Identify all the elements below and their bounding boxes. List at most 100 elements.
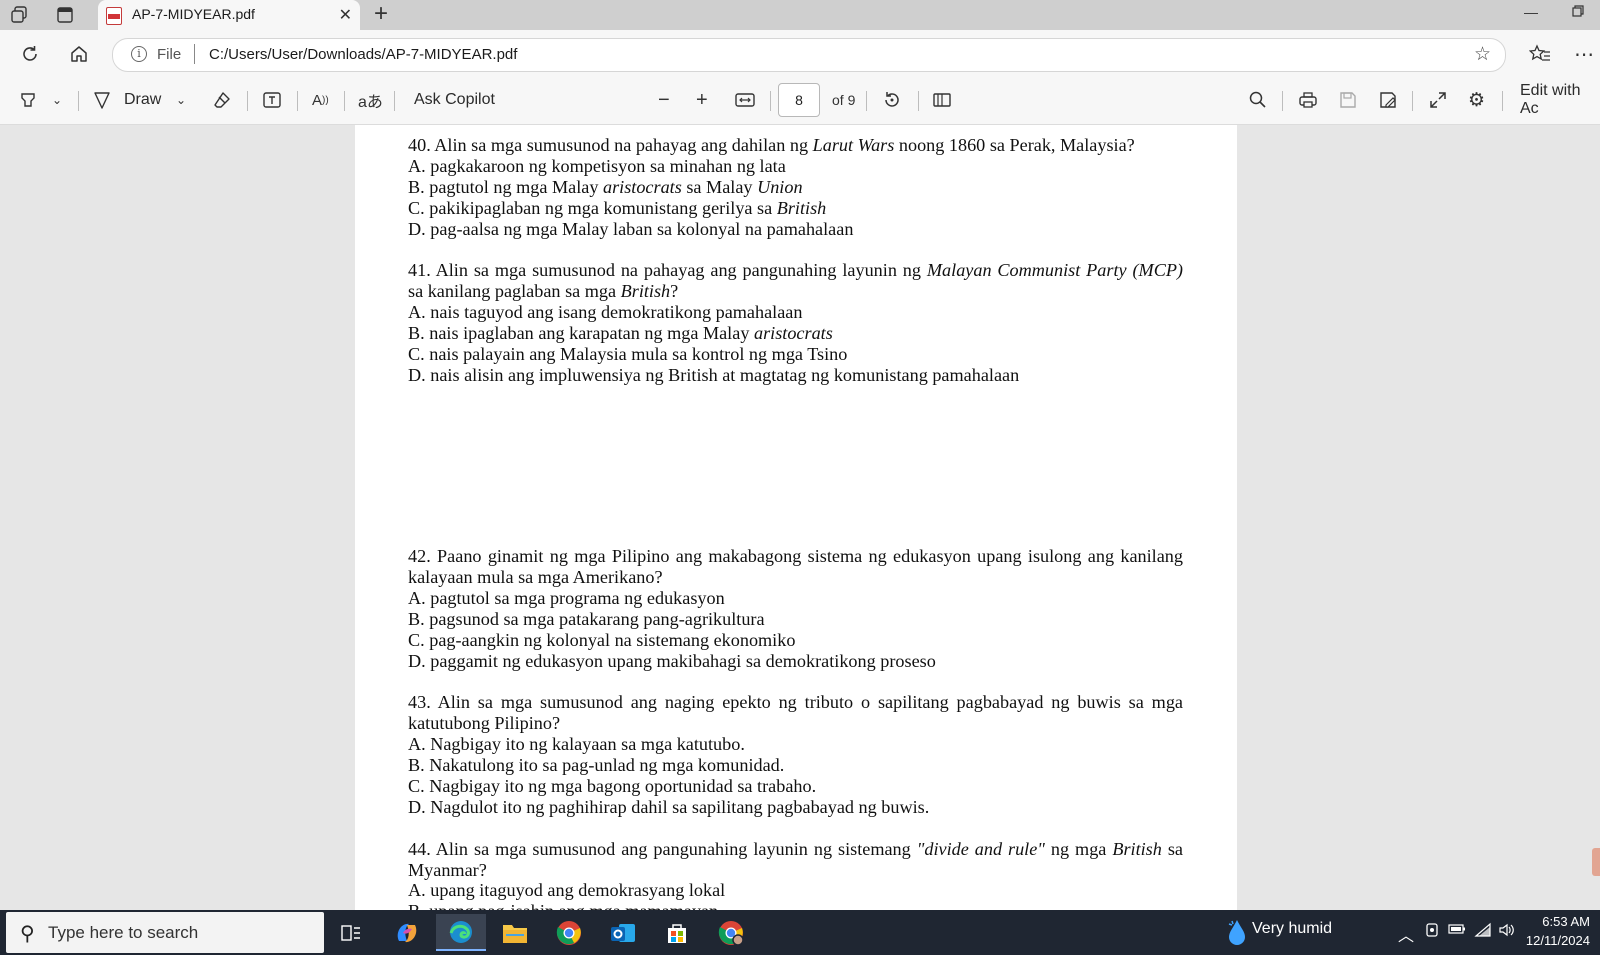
zoom-in-icon[interactable]: + [696,88,708,112]
home-icon[interactable] [67,42,91,66]
italic-text: aristocrats [602,176,682,197]
read-aloud-icon[interactable]: A)) [312,88,329,112]
show-hidden-icons-chevron[interactable]: ︿ [1398,922,1414,946]
pdf-viewer[interactable]: 40. Alin sa mga sumusunod na pahayag ang… [0,125,1600,910]
italic-text: British [776,197,827,218]
answer-option: B. Nakatulong ito sa pag-unlad ng mga ko… [408,755,1183,776]
text-run: A. nais taguyod ang isang demokratikong … [408,302,803,323]
highlight-dropdown-icon[interactable]: ⌄ [52,88,62,112]
toolbar-divider [918,91,919,111]
zoom-out-icon[interactable]: − [658,88,670,112]
question-stem: 42. Paano ginamit ng mga Pilipino ang ma… [408,546,1183,588]
answer-option: B. upang pag-isahin ang mga mamamayan [408,901,1183,910]
question-stem: 44. Alin sa mga sumusunod ang pangunahin… [408,839,1183,881]
settings-gear-icon[interactable]: ⚙ [1468,88,1485,112]
page-view-icon[interactable] [932,88,952,112]
pen-icon [94,92,110,109]
volume-icon[interactable] [1498,922,1516,941]
highlight-icon[interactable] [18,88,38,112]
search-in-pdf-icon[interactable] [1248,88,1268,112]
file-explorer-icon[interactable] [490,914,540,951]
toolbar-divider [297,91,298,111]
weather-droplet-icon[interactable] [1226,918,1248,949]
tab-active-pdf[interactable]: AP-7-MIDYEAR.pdf ✕ [98,0,360,30]
question-stem: 43. Alin sa mga sumusunod ang naging epe… [408,692,1183,734]
draw-label: Draw [124,91,162,108]
draw-dropdown-icon[interactable]: ⌄ [176,88,186,112]
more-options-icon[interactable]: ⋯ [1572,42,1596,66]
outlook-app-icon[interactable] [598,914,648,951]
pdf-page: 42. Paano ginamit ng mga Pilipino ang ma… [355,482,1237,910]
edit-with-acrobat-button[interactable]: Edit with Ac [1520,82,1600,117]
text-run: ? [670,281,679,302]
page-number-input[interactable]: 8 [778,83,820,117]
new-tab-button[interactable]: + [374,1,388,27]
text-run: 41. Alin sa mga sumusunod na pahayag ang… [408,260,927,281]
fullscreen-icon[interactable] [1428,88,1448,112]
pdf-file-icon [106,7,122,25]
edit-with-acrobat-label: Edit with Ac [1520,82,1581,117]
address-scheme: File [157,46,182,63]
system-clock[interactable]: 6:53 AM 12/11/2024 [1522,912,1590,950]
eraser-icon[interactable] [212,88,232,112]
address-url[interactable]: C:/Users/User/Downloads/AP-7-MIDYEAR.pdf [209,46,517,63]
task-view-icon[interactable] [326,914,376,951]
close-tab-icon[interactable]: ✕ [339,5,352,25]
tab-title: AP-7-MIDYEAR.pdf [132,6,255,22]
text-run: B. upang pag-isahin ang mga mamamayan [408,901,718,910]
text-run: B. pagtutol ng mga Malay [408,176,603,197]
toolbar-divider [344,91,345,111]
ask-copilot-button[interactable]: Ask Copilot [414,88,495,112]
meet-now-icon[interactable] [1424,922,1440,941]
favorites-icon[interactable] [1528,42,1552,66]
add-text-icon[interactable] [262,88,282,112]
toolbar-divider [394,91,395,111]
text-run: C. Nagbigay ito ng mga bagong oportunida… [408,775,817,796]
wifi-icon[interactable] [1474,922,1492,941]
print-icon[interactable] [1298,88,1318,112]
fit-to-width-icon[interactable] [734,88,756,112]
answer-option: B. nais ipaglaban ang karapatan ng mga M… [408,323,1183,344]
battery-icon[interactable] [1448,922,1466,939]
search-placeholder: Type here to search [48,923,199,942]
minimize-icon[interactable]: — [1524,4,1538,20]
text-run: B. Nakatulong ito sa pag-unlad ng mga ko… [408,755,785,776]
answer-option: C. pag-aangkin ng kolonyal na sistemang … [408,630,1183,651]
chrome-app-icon[interactable] [544,914,594,951]
favorite-star-icon[interactable]: ☆ [1474,43,1491,66]
question-stem: 40. Alin sa mga sumusunod na pahayag ang… [408,135,1183,156]
text-run: 42. Paano ginamit ng mga Pilipino ang ma… [408,546,1183,587]
text-run: D. Nagdulot ito ng paghihirap dahil sa s… [408,796,930,817]
chrome-profile-app-icon[interactable] [706,914,756,951]
answer-option: C. pakikipaglaban ng mga komunistang ger… [408,198,1183,219]
tab-actions-icon[interactable] [54,4,76,26]
italic-text: aristocrats [753,323,833,344]
save-as-icon[interactable] [1378,88,1398,112]
address-bar[interactable]: i File C:/Users/User/Downloads/AP-7-MIDY… [112,38,1506,72]
refresh-icon[interactable] [18,42,42,66]
scroll-marker[interactable] [1592,848,1600,876]
clock-date: 12/11/2024 [1525,933,1590,948]
italic-text: Larut Wars [812,135,895,155]
page-content: 42. Paano ginamit ng mga Pilipino ang ma… [408,546,1183,910]
save-icon[interactable] [1338,88,1358,112]
answer-option: A. pagkakaroon ng kompetisyon sa minahan… [408,156,1183,177]
page-count-label: of 9 [832,92,856,108]
weather-status[interactable]: Very humid [1252,920,1332,938]
toolbar-divider [1412,91,1413,111]
restore-icon[interactable] [1572,4,1584,20]
taskbar-search-box[interactable]: ⚲ Type here to search [6,912,324,953]
answer-option: C. nais palayain ang Malaysia mula sa ko… [408,344,1183,365]
site-info-icon[interactable]: i [131,46,147,62]
copilot-app-icon[interactable] [382,914,432,951]
draw-button[interactable]: Draw [92,88,161,112]
text-run: 43. Alin sa mga sumusunod ang naging epe… [408,692,1183,734]
question-stem: 41. Alin sa mga sumusunod na pahayag ang… [408,260,1183,302]
microsoft-store-icon[interactable] [652,914,702,951]
translate-icon[interactable]: aあ [358,88,383,112]
italic-text: "divide and rule" [916,838,1045,859]
rotate-icon[interactable] [882,88,902,112]
text-run: D. pag-aalsa ng mga Malay laban sa kolon… [408,218,854,239]
workspaces-icon[interactable] [8,4,30,26]
edge-app-icon[interactable] [436,914,486,951]
